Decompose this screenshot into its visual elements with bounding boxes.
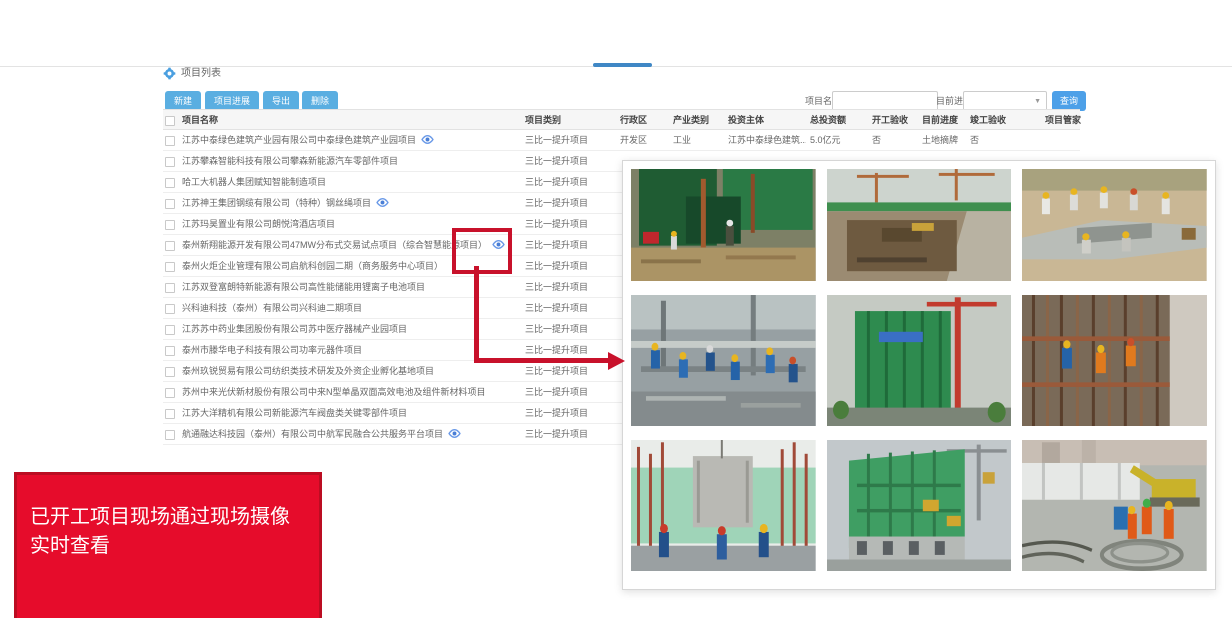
row-checkbox[interactable]	[165, 241, 175, 251]
progress-select[interactable]: ▼	[963, 91, 1047, 111]
project-name: 江苏大洋精机有限公司新能源汽车阀盘类关键零部件项目	[182, 403, 407, 423]
row-checkbox[interactable]	[165, 199, 175, 209]
table-header-row: 项目名称 项目类别 行政区 产业类别 投资主体 总投资额 开工验收 目前进度 竣…	[163, 109, 1080, 130]
annotation-highlight-box	[452, 228, 512, 274]
project-name: 江苏玛昊置业有限公司朗悦湾酒店项目	[182, 214, 335, 234]
col-completion-check: 竣工验收	[970, 110, 1006, 130]
select-all-checkbox[interactable]	[165, 116, 175, 126]
chevron-down-icon: ▼	[1034, 97, 1041, 106]
progress-button[interactable]: 项目进展	[205, 91, 259, 111]
cell-start-check: 否	[872, 130, 881, 150]
cell-investor: 江苏中泰绿色建筑...	[728, 130, 806, 150]
row-checkbox[interactable]	[165, 325, 175, 335]
gear-icon	[163, 67, 176, 80]
new-button[interactable]: 新建	[165, 91, 201, 111]
project-name: 兴科迪科技（泰州）有限公司兴科迪二期项目	[182, 298, 362, 318]
eye-icon[interactable]	[421, 135, 434, 144]
page-title: 项目列表	[181, 67, 221, 81]
site-photo-8[interactable]	[827, 440, 1012, 571]
project-category: 三比一提升项目	[525, 172, 588, 192]
col-progress: 目前进度	[922, 110, 958, 130]
cell-industry: 工业	[673, 130, 691, 150]
cell-amount: 5.0亿元	[810, 130, 841, 150]
table-row: 江苏中泰绿色建筑产业园有限公司中泰绿色建筑产业园项目 三比一提升项目 开发区 工业 江苏…	[163, 130, 1080, 151]
annotation-line-horizontal	[474, 358, 608, 363]
site-photo-3[interactable]	[1022, 169, 1207, 281]
cell-district: 开发区	[620, 130, 647, 150]
project-name: 江苏中泰绿色建筑产业园有限公司中泰绿色建筑产业园项目	[182, 130, 434, 150]
app-window: 项目列表 新建 项目进展 导出 删除 项目名称 目前进度 ▼ 查询 项目名称 项…	[0, 0, 1232, 618]
annotation-callout: 已开工项目现场通过现场摄像实时查看	[14, 472, 322, 618]
col-name: 项目名称	[182, 110, 218, 130]
row-checkbox[interactable]	[165, 346, 175, 356]
site-photo-6[interactable]	[1022, 295, 1207, 426]
eye-icon[interactable]	[376, 198, 389, 207]
row-checkbox[interactable]	[165, 409, 175, 419]
site-photo-1[interactable]	[631, 169, 816, 281]
row-checkbox[interactable]	[165, 157, 175, 167]
site-camera-photo-panel	[622, 160, 1216, 590]
project-name: 泰州玖锐贸易有限公司纺织类技术研发及外资企业孵化基地项目	[182, 361, 434, 381]
col-category: 项目类别	[525, 110, 561, 130]
row-checkbox[interactable]	[165, 262, 175, 272]
row-checkbox[interactable]	[165, 367, 175, 377]
annotation-arrowhead	[608, 352, 625, 370]
project-name-input[interactable]	[832, 91, 938, 111]
project-category: 三比一提升项目	[525, 403, 588, 423]
col-industry: 产业类别	[673, 110, 709, 130]
project-category: 三比一提升项目	[525, 361, 588, 381]
export-button[interactable]: 导出	[263, 91, 299, 111]
site-photo-4[interactable]	[631, 295, 816, 426]
col-start-check: 开工验收	[872, 110, 908, 130]
row-checkbox[interactable]	[165, 430, 175, 440]
project-category: 三比一提升项目	[525, 151, 588, 171]
project-name: 航通融达科技园（泰州）有限公司中航军民融合公共服务平台项目	[182, 424, 461, 444]
col-amount: 总投资额	[810, 110, 846, 130]
annotation-line-vertical	[474, 266, 479, 360]
site-photo-2[interactable]	[827, 169, 1012, 281]
project-category: 三比一提升项目	[525, 256, 588, 276]
scrollbar-thumb[interactable]	[593, 63, 652, 67]
cell-completion-check: 否	[970, 130, 979, 150]
project-category: 三比一提升项目	[525, 214, 588, 234]
project-name: 江苏攀森智能科技有限公司攀森新能源汽车零部件项目	[182, 151, 398, 171]
project-name: 哈工大机器人集团赋知智能制造项目	[182, 172, 326, 192]
project-name: 江苏神王集团钢缆有限公司（特种）钢丝绳项目	[182, 193, 389, 213]
row-checkbox[interactable]	[165, 304, 175, 314]
delete-button[interactable]: 删除	[302, 91, 338, 111]
project-category: 三比一提升项目	[525, 298, 588, 318]
col-investor: 投资主体	[728, 110, 806, 130]
project-category: 三比一提升项目	[525, 319, 588, 339]
col-manager: 项目管家	[1045, 110, 1081, 130]
row-checkbox[interactable]	[165, 178, 175, 188]
project-category: 三比一提升项目	[525, 382, 588, 402]
project-name: 泰州市滕华电子科技有限公司功率元器件项目	[182, 340, 362, 360]
site-photo-9[interactable]	[1022, 440, 1207, 571]
project-category: 三比一提升项目	[525, 193, 588, 213]
project-category: 三比一提升项目	[525, 235, 588, 255]
project-name: 江苏苏中药业集团股份有限公司苏中医疗器械产业园项目	[182, 319, 407, 339]
eye-icon[interactable]	[448, 429, 461, 438]
project-category: 三比一提升项目	[525, 340, 588, 360]
project-category: 三比一提升项目	[525, 424, 588, 444]
row-checkbox[interactable]	[165, 136, 175, 146]
project-name: 苏州中来光伏新材股份有限公司中来N型单晶双面高效电池及组件新材料项目	[182, 382, 486, 402]
query-button[interactable]: 查询	[1052, 91, 1086, 111]
project-name: 江苏双登富朗特新能源有限公司高性能储能用锂离子电池项目	[182, 277, 425, 297]
row-checkbox[interactable]	[165, 220, 175, 230]
col-district: 行政区	[620, 110, 647, 130]
site-photo-5[interactable]	[827, 295, 1012, 426]
project-category: 三比一提升项目	[525, 130, 588, 150]
row-checkbox[interactable]	[165, 388, 175, 398]
project-name: 泰州火炬企业管理有限公司启航科创园二期（商务服务中心项目）	[182, 256, 443, 276]
project-category: 三比一提升项目	[525, 277, 588, 297]
row-checkbox[interactable]	[165, 283, 175, 293]
cell-progress: 土地摘牌	[922, 130, 958, 150]
site-photo-7[interactable]	[631, 440, 816, 571]
